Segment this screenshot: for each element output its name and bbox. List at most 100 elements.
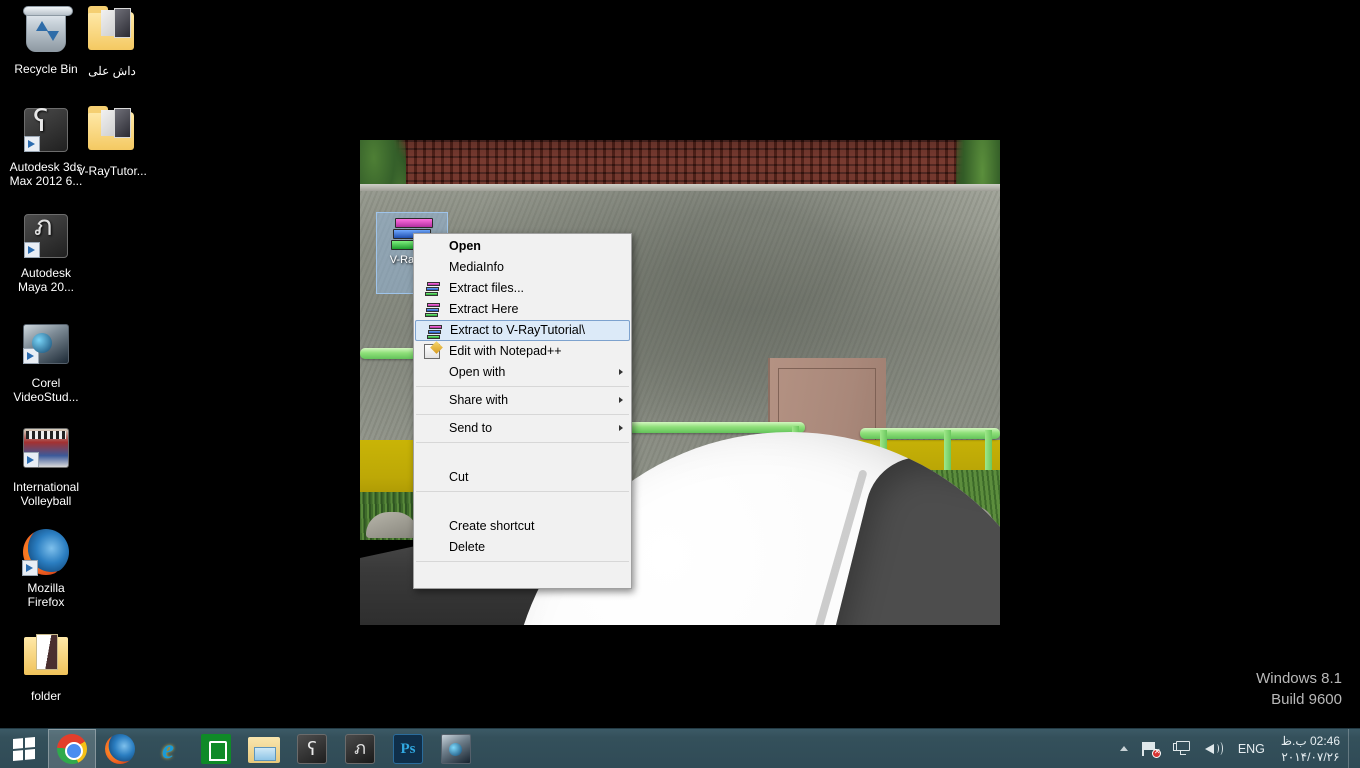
winrar-icon (424, 302, 440, 317)
taskbar-item-3ds-max[interactable]: ʕ (288, 729, 336, 768)
folder-icon (88, 6, 136, 60)
menu-item-properties[interactable] (414, 565, 631, 586)
system-tray: ENG 02:46 ب.ظ ۲۰۱۴/۰۷/۲۶ (1113, 728, 1360, 768)
menu-item-rename[interactable]: Delete (414, 537, 631, 558)
taskbar-item-store[interactable] (192, 729, 240, 768)
taskbar-item-corel-videostudio[interactable] (432, 729, 480, 768)
menu-item-extract-files[interactable]: Extract files... (414, 278, 631, 299)
chevron-up-icon (1119, 746, 1128, 751)
store-icon (201, 733, 231, 764)
clock-time: 02:46 ب.ظ (1280, 733, 1340, 748)
winrar-icon (426, 324, 442, 339)
desktop-icon-label: Corel VideoStud... (13, 376, 79, 404)
desktop-icon-label: Autodesk Maya 20... (17, 266, 75, 294)
taskbar-item-photoshop[interactable]: Ps (384, 729, 432, 768)
menu-item-label: Send to (449, 421, 493, 435)
monitor-icon (1172, 741, 1191, 756)
desktop-icon-international-volleyball[interactable]: International Volleyball (0, 424, 92, 508)
clock-date: ۲۰۱۴/۰۷/۲۶ (1281, 749, 1340, 764)
watermark-line-1: Windows 8.1 (1256, 670, 1342, 687)
desktop-icon-corel-videostudio[interactable]: Corel VideoStud... (0, 320, 92, 404)
menu-item-edit-with-notepadpp[interactable]: Edit with Notepad++ (414, 341, 631, 362)
menu-item-label: Share with (449, 393, 509, 407)
menu-separator (416, 442, 629, 443)
context-menu[interactable]: Open MediaInfo Extract files... Extract … (413, 233, 632, 589)
menu-item-extract-here[interactable]: Extract Here (414, 299, 631, 320)
clock[interactable]: 02:46 ب.ظ ۲۰۱۴/۰۷/۲۶ (1273, 733, 1348, 765)
taskbar-item-firefox[interactable] (96, 729, 144, 768)
open-folder-icon (22, 634, 70, 685)
desktop-icon-mozilla-firefox[interactable]: Mozilla Firefox (0, 528, 92, 609)
taskbar-item-maya[interactable]: ภ (336, 729, 384, 768)
chevron-right-icon (619, 425, 623, 431)
desktop-icon-vray-tutorial-folder[interactable]: V-RayTutor... (66, 106, 158, 178)
desktop-icon-label: V-RayTutor... (77, 164, 147, 178)
watermark-line-2: Build 9600 (1271, 691, 1342, 708)
menu-item-open-with[interactable]: Open with (414, 362, 631, 383)
menu-item-label: Open with (449, 365, 506, 379)
desktop-icon-label: folder (30, 689, 62, 703)
desktop-icon-label: International Volleyball (12, 480, 80, 508)
ie-icon: e (162, 733, 174, 764)
photoshop-icon: Ps (393, 733, 423, 764)
language-indicator[interactable]: ENG (1230, 742, 1273, 756)
taskbar-item-file-explorer[interactable] (240, 729, 288, 768)
volume-button[interactable] (1198, 729, 1230, 768)
speaker-icon (1204, 741, 1223, 756)
menu-item-label: Create shortcut (449, 519, 535, 533)
menu-separator (416, 561, 629, 562)
chrome-icon (57, 734, 87, 764)
menu-item-label: Edit with Notepad++ (449, 344, 562, 358)
menu-item-label: Delete (449, 540, 486, 554)
menu-item-create-shortcut[interactable] (414, 495, 631, 516)
start-button[interactable] (0, 729, 48, 768)
winrar-icon (424, 281, 440, 296)
desktop-screen: Recycle Bin داش على ʕ Autodesk 3ds Max 2… (0, 0, 1360, 768)
menu-item-label: Extract Here (449, 302, 519, 316)
desktop-icon-folder[interactable]: folder (0, 632, 92, 703)
menu-item-share-with[interactable]: Share with (414, 390, 631, 411)
corel-videostudio-icon (22, 324, 70, 372)
3ds-max-icon: ʕ (297, 733, 327, 764)
recycle-bin-icon (22, 6, 73, 58)
firefox-icon (22, 529, 70, 577)
firefox-icon (105, 733, 135, 764)
menu-item-mediainfo[interactable]: MediaInfo (414, 257, 631, 278)
desktop-icon-dash-ali-folder[interactable]: داش على (66, 6, 158, 78)
action-center-button[interactable] (1166, 729, 1198, 768)
menu-item-delete[interactable]: Create shortcut (414, 516, 631, 537)
taskbar: e ʕ ภ Ps ✕ ENG 02:46 ب.ظ ۲۰۱۴/۰۷/۲۶ (0, 728, 1360, 768)
desktop-icon-label: Mozilla Firefox (27, 581, 65, 609)
folder-icon (88, 106, 136, 160)
chevron-right-icon (619, 397, 623, 403)
notepadpp-icon (424, 344, 440, 359)
menu-item-open[interactable]: Open (414, 236, 631, 257)
menu-item-copy[interactable]: Cut (414, 467, 631, 488)
menu-item-label: Cut (449, 470, 469, 484)
desktop-icon-label: داش على (88, 64, 136, 78)
menu-separator (416, 386, 629, 387)
menu-item-extract-to-folder[interactable]: Extract to V-RayTutorial\ (415, 320, 630, 341)
wallpaper-roof-tiles (360, 140, 1000, 188)
menu-item-cut[interactable] (414, 446, 631, 467)
show-hidden-icons-button[interactable] (1113, 729, 1135, 768)
windows-logo-icon (13, 736, 35, 761)
menu-separator (416, 491, 629, 492)
menu-item-label: Extract files... (449, 281, 525, 295)
menu-item-send-to[interactable]: Send to (414, 418, 631, 439)
maya-icon: ภ (22, 212, 70, 262)
chevron-right-icon (619, 369, 623, 375)
desktop-icon-maya[interactable]: ภ Autodesk Maya 20... (0, 212, 92, 295)
wallpaper-roof-fascia (360, 184, 1000, 191)
show-desktop-button[interactable] (1348, 728, 1356, 768)
network-status-button[interactable] (1135, 729, 1166, 768)
menu-item-label: Open (449, 239, 481, 253)
taskbar-item-internet-explorer[interactable]: e (144, 729, 192, 768)
menu-separator (416, 414, 629, 415)
volleyball-game-icon (22, 428, 70, 476)
taskbar-item-chrome[interactable] (48, 728, 96, 768)
menu-item-label: MediaInfo (449, 260, 504, 274)
windows-activation-watermark: Windows 8.1 Build 9600 (1256, 668, 1342, 710)
3ds-max-icon: ʕ (22, 107, 70, 156)
maya-icon: ภ (345, 733, 375, 764)
